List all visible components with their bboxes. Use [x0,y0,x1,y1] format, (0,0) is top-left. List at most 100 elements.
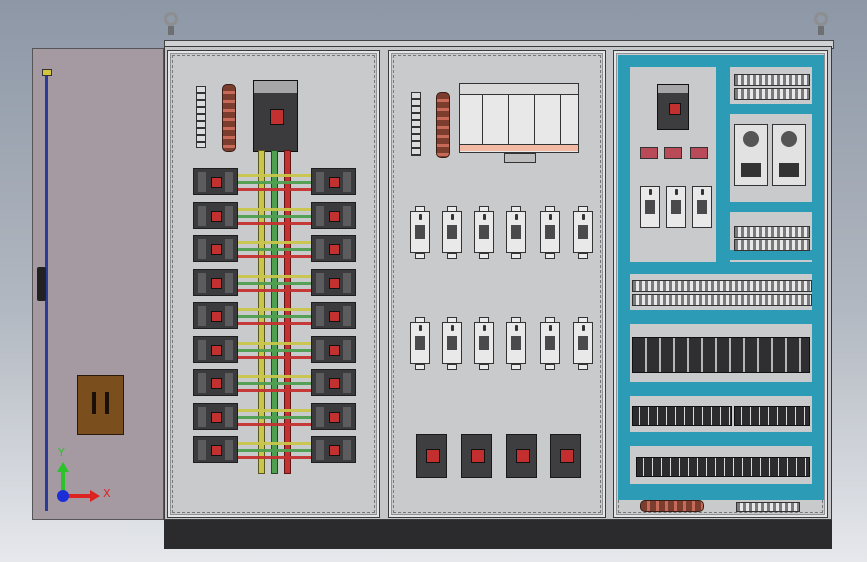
fuse-cap [447,364,457,370]
neutral-bar-bottom [640,500,704,512]
terminal-strip-vertical-mid [411,92,421,156]
fuse-holder-r1[interactable] [640,186,660,228]
fuse-holder-7[interactable] [410,322,430,364]
fuse-cap [447,253,457,259]
fuse-holder-12[interactable] [573,322,593,364]
branch-breaker-right-1[interactable] [311,168,356,195]
door-latch[interactable] [37,267,46,301]
branch-cable [238,422,311,426]
eyebolt-left-stem [168,26,174,35]
wire-duct-h7 [630,432,812,446]
neutral-bar [222,84,236,152]
terminal-row-a [632,406,732,426]
eyebolt-right-stem [818,26,824,35]
relay-module-row [632,337,810,373]
wire-duct-h4 [630,262,812,274]
wire-duct-h6 [630,382,812,396]
branch-breaker-right-7[interactable] [311,369,356,396]
fuse-holder-11[interactable] [540,322,560,364]
branch-breaker-right-9[interactable] [311,436,356,463]
branch-breaker-right-6[interactable] [311,335,356,363]
branch-cable [238,274,311,278]
mccb-breaker-3[interactable] [506,434,537,478]
branch-breaker-left-5[interactable] [193,302,238,329]
mccb-breaker-1[interactable] [416,434,447,478]
fuse-holder-1[interactable] [410,211,430,253]
branch-cable [238,322,311,325]
branch-cable [238,241,311,244]
fuse-holder-2[interactable] [442,211,462,253]
triad-y-label: Y [58,446,65,459]
power-supply-2 [772,124,806,186]
fuse-holder-4[interactable] [506,211,526,253]
branch-cable [238,174,311,177]
branch-cable [238,382,311,385]
branch-breaker-left-9[interactable] [193,436,238,463]
wire-duct-right [812,55,824,500]
branch-breaker-right-8[interactable] [311,402,356,430]
fuse-holder-r2[interactable] [666,186,686,228]
fuse-holder-9[interactable] [474,322,494,364]
main-breaker-toggle[interactable] [270,109,284,125]
branch-cable [238,308,311,311]
fuse-cap [578,364,588,370]
branch-breaker-left-6[interactable] [193,335,238,363]
terminal-block-row-1 [734,74,810,86]
fuse-cap [479,364,489,370]
terminal-block-row-2 [734,88,810,100]
branch-breaker-left-1[interactable] [193,168,238,195]
branch-cable [238,281,311,285]
branch-breaker-left-7[interactable] [193,369,238,396]
control-breaker[interactable] [657,84,689,130]
terminal-row-b [734,406,810,426]
branch-cable [238,408,311,412]
branch-cable [238,181,311,184]
triad-x-label: X [103,487,111,500]
open-cabinet-door[interactable] [32,48,164,520]
distribution-block-base [504,153,536,163]
branch-cable [238,221,311,225]
terminal-block-row-4 [734,239,810,251]
eyebolt-right-icon [814,12,828,26]
branch-breaker-right-2[interactable] [311,201,356,229]
branch-cable [238,341,311,345]
branch-breaker-left-3[interactable] [193,235,238,262]
fuse-holder-r3[interactable] [692,186,712,228]
fuse-holder-8[interactable] [442,322,462,364]
relay-red-1 [640,147,658,159]
door-handle-icon[interactable] [77,375,124,435]
branch-breaker-left-8[interactable] [193,402,238,430]
wire-duct-h3 [730,250,812,260]
wire-duct-h1 [730,104,812,114]
mccb-breaker-4[interactable] [550,434,581,478]
door-seal-rod-top [42,69,52,76]
branch-cable [238,214,311,218]
branch-breaker-right-4[interactable] [311,268,356,296]
wire-duct-h2 [730,202,812,212]
branch-breaker-left-4[interactable] [193,268,238,296]
branch-breaker-right-3[interactable] [311,235,356,262]
main-breaker[interactable] [253,80,298,152]
fuse-cap [545,364,555,370]
fuse-holder-5[interactable] [540,211,560,253]
distribution-block [459,83,579,153]
wire-duct-left [618,55,630,500]
mccb-breaker-2[interactable] [461,434,492,478]
branch-breaker-right-5[interactable] [311,302,356,329]
fuse-holder-6[interactable] [573,211,593,253]
eyebolt-left-icon [164,12,178,26]
fuse-holder-3[interactable] [474,211,494,253]
terminal-block-row-3 [734,226,810,238]
fuse-cap [511,364,521,370]
terminal-strip-bottom [736,502,800,512]
fuse-cap [511,253,521,259]
branch-cable [238,456,311,459]
branch-breaker-left-2[interactable] [193,201,238,229]
branch-cable [238,389,311,392]
fuse-cap [479,253,489,259]
branch-cable [238,255,311,258]
branch-cable [238,415,311,419]
branch-cable [238,449,311,452]
fuse-holder-10[interactable] [506,322,526,364]
wire-duct-mid-vertical [716,67,730,267]
